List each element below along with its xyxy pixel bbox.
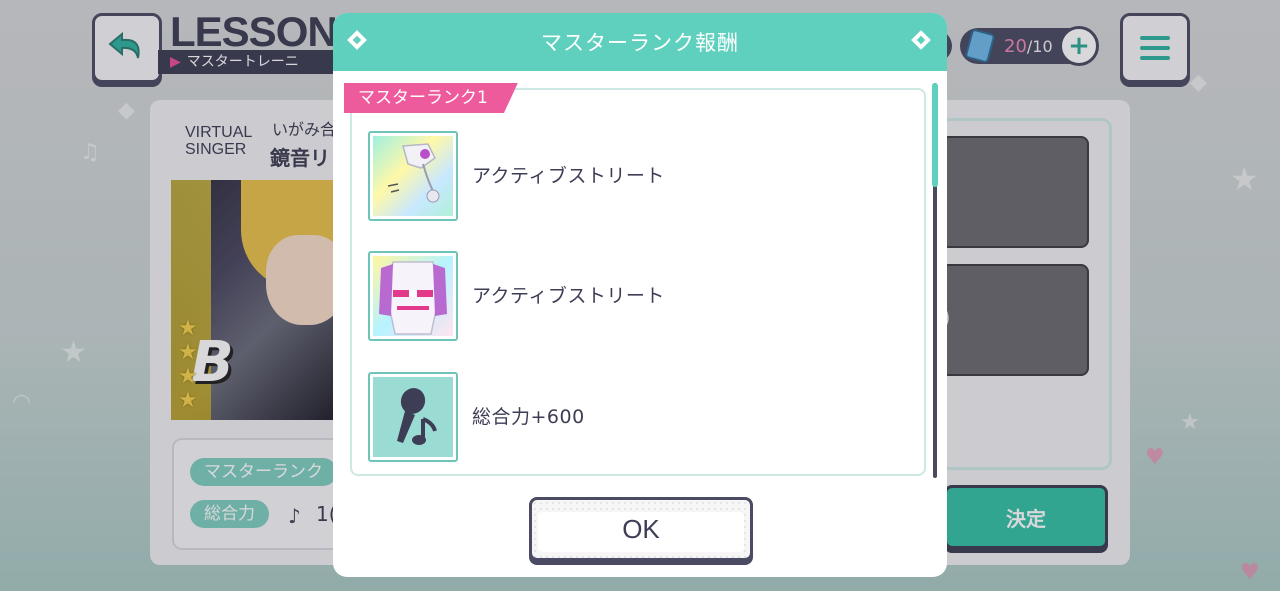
master-rank-reward-dialog: マスターランク報酬 マスターランク1 アクティブストリート アクティブストリート… (333, 13, 947, 577)
ok-button-label: OK (622, 513, 660, 544)
microphone-note-icon (397, 388, 437, 445)
reward-item: 総合力+600 (368, 372, 908, 462)
reward-label: 総合力+600 (472, 406, 585, 428)
costume-hair-icon (368, 131, 458, 221)
diamond-icon (911, 30, 931, 50)
dialog-header: マスターランク報酬 (333, 13, 947, 71)
reward-item: アクティブストリート (368, 131, 908, 221)
reward-item: アクティブストリート (368, 251, 908, 341)
scrollbar-thumb[interactable] (932, 83, 938, 187)
rank-tag: マスターランク1 (344, 83, 518, 113)
costume-outfit-icon (368, 251, 458, 341)
ok-button[interactable]: OK (529, 497, 753, 561)
reward-label: アクティブストリート (472, 285, 665, 307)
dialog-title: マスターランク報酬 (541, 31, 739, 55)
total-power-reward-thumb (368, 372, 458, 462)
reward-label: アクティブストリート (472, 165, 665, 187)
diamond-icon (347, 30, 367, 50)
reward-list[interactable]: アクティブストリート アクティブストリート 総合力+600 (350, 88, 926, 476)
